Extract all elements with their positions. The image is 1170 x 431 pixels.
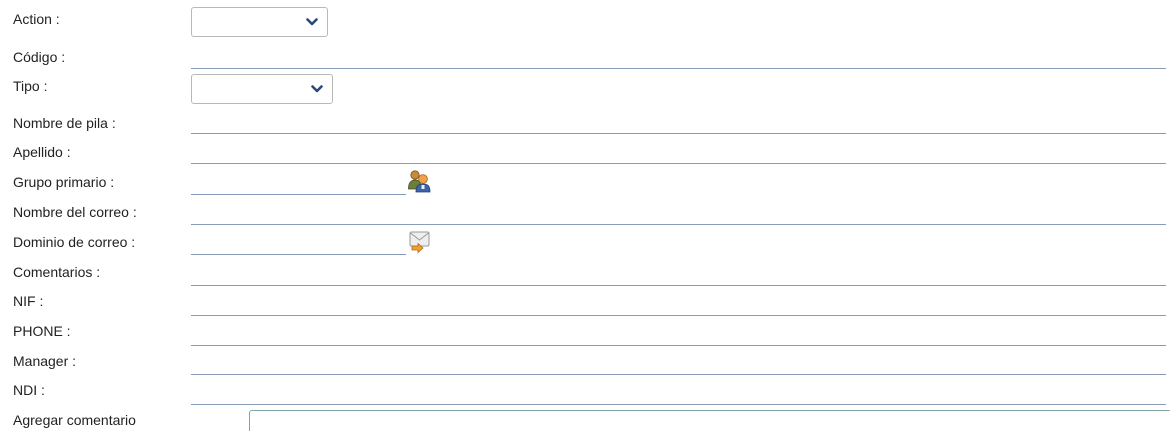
- phone-field[interactable]: [191, 328, 1166, 346]
- apellido-field[interactable]: [191, 146, 1166, 164]
- nif-field[interactable]: [191, 298, 1166, 316]
- dominio-de-correo-field[interactable]: [191, 237, 406, 255]
- action-label: Action :: [13, 11, 60, 27]
- comentarios-label: Comentarios :: [13, 264, 101, 280]
- nombre-de-pila-label: Nombre de pila :: [13, 115, 116, 131]
- user-group-icon[interactable]: [406, 168, 432, 194]
- codigo-field[interactable]: [191, 51, 1166, 69]
- dominio-de-correo-label: Dominio de correo :: [13, 234, 136, 250]
- ndi-label: NDI :: [13, 382, 45, 398]
- user-form: Action : Código : Tipo : Nombre de pila …: [0, 0, 1170, 431]
- nombre-de-pila-field[interactable]: [191, 116, 1166, 134]
- agregar-comentario-label: Agregar comentario: [13, 412, 136, 428]
- ndi-field[interactable]: [191, 387, 1166, 405]
- chevron-down-icon: [311, 85, 323, 93]
- agregar-comentario-textarea[interactable]: [249, 410, 1170, 431]
- codigo-label: Código :: [13, 49, 66, 65]
- phone-label: PHONE :: [13, 323, 71, 339]
- grupo-primario-field[interactable]: [191, 177, 406, 195]
- action-select[interactable]: [191, 7, 328, 37]
- nombre-del-correo-label: Nombre del correo :: [13, 204, 137, 220]
- nif-label: NIF :: [13, 293, 44, 309]
- tipo-label: Tipo :: [13, 78, 48, 94]
- nombre-del-correo-field[interactable]: [191, 207, 1166, 225]
- tipo-select[interactable]: [191, 74, 333, 104]
- manager-label: Manager :: [13, 353, 77, 369]
- mail-domain-icon[interactable]: [407, 229, 433, 255]
- manager-field[interactable]: [191, 357, 1166, 375]
- apellido-label: Apellido :: [13, 144, 71, 160]
- chevron-down-icon: [306, 18, 318, 26]
- comentarios-field[interactable]: [191, 268, 1166, 286]
- grupo-primario-label: Grupo primario :: [13, 174, 115, 190]
